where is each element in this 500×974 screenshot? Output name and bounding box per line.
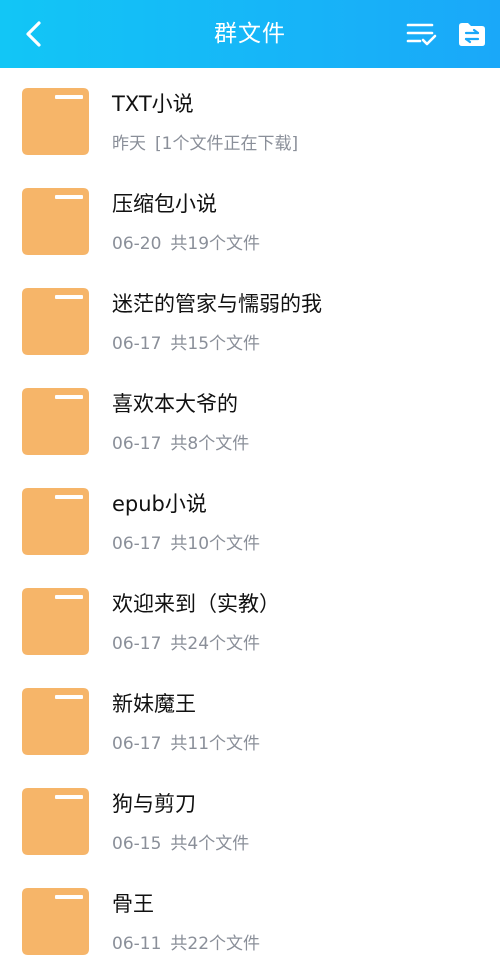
folder-date: 06-17 bbox=[112, 734, 162, 754]
folder-icon bbox=[22, 488, 89, 555]
folder-name: TXT小说 bbox=[112, 92, 194, 116]
list-item[interactable]: epub小说 06-17 共10个文件 bbox=[0, 468, 500, 568]
folder-name: 新妹魔王 bbox=[112, 692, 196, 716]
folder-date: 昨天 bbox=[112, 134, 146, 154]
folder-date: 06-17 bbox=[112, 334, 162, 354]
folder-info: 共4个文件 bbox=[170, 834, 250, 854]
folder-date: 06-17 bbox=[112, 534, 162, 554]
list-item[interactable]: 喜欢本大爷的 06-17 共8个文件 bbox=[0, 368, 500, 468]
folder-name: 欢迎来到（实教） bbox=[112, 592, 280, 616]
folder-date: 06-11 bbox=[112, 934, 162, 954]
transfer-button[interactable] bbox=[452, 14, 492, 54]
multi-select-button[interactable] bbox=[402, 14, 442, 54]
list-item[interactable]: 狗与剪刀 06-15 共4个文件 bbox=[0, 768, 500, 868]
folder-info: [1个文件正在下载] bbox=[155, 134, 299, 154]
folder-date: 06-17 bbox=[112, 634, 162, 654]
folder-name: epub小说 bbox=[112, 492, 207, 516]
folder-meta: 06-17 共24个文件 bbox=[112, 629, 260, 654]
folder-icon bbox=[22, 288, 89, 355]
folder-date: 06-20 bbox=[112, 234, 162, 254]
list-item[interactable]: 骨王 06-11 共22个文件 bbox=[0, 868, 500, 968]
file-list: TXT小说 昨天 [1个文件正在下载] 压缩包小说 06-20 共19个文件 迷茫的… bbox=[0, 68, 500, 968]
folder-meta: 06-17 共8个文件 bbox=[112, 429, 249, 454]
folder-icon bbox=[22, 88, 89, 155]
folder-name: 压缩包小说 bbox=[112, 192, 217, 216]
folder-icon bbox=[22, 388, 89, 455]
folder-meta: 06-17 共10个文件 bbox=[112, 529, 260, 554]
folder-info: 共24个文件 bbox=[170, 634, 261, 654]
folder-icon bbox=[22, 188, 89, 255]
folder-meta: 06-17 共11个文件 bbox=[112, 729, 260, 754]
folder-icon bbox=[22, 588, 89, 655]
folder-transfer-icon bbox=[459, 23, 485, 46]
list-item[interactable]: 欢迎来到（实教） 06-17 共24个文件 bbox=[0, 568, 500, 668]
list-item[interactable]: 新妹魔王 06-17 共11个文件 bbox=[0, 668, 500, 768]
folder-meta: 昨天 [1个文件正在下载] bbox=[112, 129, 298, 154]
folder-icon bbox=[22, 688, 89, 755]
folder-name: 骨王 bbox=[112, 892, 154, 916]
folder-meta: 06-11 共22个文件 bbox=[112, 929, 260, 954]
folder-name: 迷茫的管家与懦弱的我 bbox=[112, 292, 322, 316]
list-item[interactable]: 压缩包小说 06-20 共19个文件 bbox=[0, 168, 500, 268]
folder-name: 喜欢本大爷的 bbox=[112, 392, 238, 416]
folder-info: 共8个文件 bbox=[170, 434, 250, 454]
list-item[interactable]: 迷茫的管家与懦弱的我 06-17 共15个文件 bbox=[0, 268, 500, 368]
folder-info: 共22个文件 bbox=[170, 934, 261, 954]
list-check-icon bbox=[406, 23, 437, 46]
folder-name: 狗与剪刀 bbox=[112, 792, 196, 816]
top-bar: 群文件 bbox=[0, 0, 500, 68]
folder-info: 共10个文件 bbox=[170, 534, 261, 554]
folder-info: 共11个文件 bbox=[170, 734, 261, 754]
folder-meta: 06-20 共19个文件 bbox=[112, 229, 260, 254]
folder-info: 共19个文件 bbox=[170, 234, 261, 254]
folder-date: 06-17 bbox=[112, 434, 162, 454]
list-item[interactable]: TXT小说 昨天 [1个文件正在下载] bbox=[0, 68, 500, 168]
folder-date: 06-15 bbox=[112, 834, 162, 854]
folder-info: 共15个文件 bbox=[170, 334, 261, 354]
folder-meta: 06-17 共15个文件 bbox=[112, 329, 260, 354]
folder-meta: 06-15 共4个文件 bbox=[112, 829, 249, 854]
folder-icon bbox=[22, 788, 89, 855]
folder-icon bbox=[22, 888, 89, 955]
